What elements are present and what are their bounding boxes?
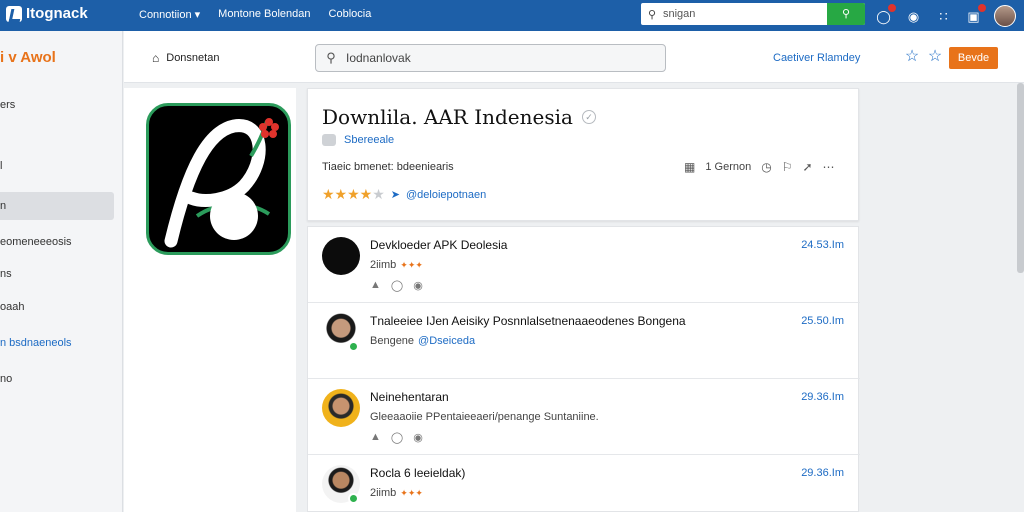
comment-meta-text: Gleeaaoiie PPentaieeaeri/penange Suntani… bbox=[370, 411, 599, 423]
online-indicator bbox=[348, 493, 359, 504]
comment-list: Devkloeder APK Deolesia 2iimb ✦✦✦ ▲ ◯ ◉ … bbox=[307, 226, 860, 512]
star-outline-icon[interactable]: ☆ bbox=[903, 48, 921, 66]
list-item[interactable]: Tnaleeiee IJen Aeisiky Posnnlalsetnenaae… bbox=[308, 303, 860, 379]
grid-icon[interactable]: ∷ bbox=[934, 7, 953, 26]
share-icon[interactable]: ➤ bbox=[391, 188, 400, 201]
comment-meta: 2iimb ✦✦✦ bbox=[370, 259, 423, 271]
sidebar-item-1[interactable]: ers bbox=[0, 91, 123, 119]
developer-row: Sbereeale bbox=[322, 134, 394, 146]
comment-actions: ▲ ◯ ◉ bbox=[370, 431, 423, 444]
brand-name: Itognack bbox=[26, 5, 88, 22]
nav-link-coblocia[interactable]: Coblocia bbox=[329, 8, 372, 21]
sidebar-item-3-active[interactable]: n bbox=[0, 192, 114, 220]
comment-icon[interactable]: ◯ bbox=[391, 431, 403, 444]
flag-icon[interactable]: ⚐ bbox=[782, 160, 793, 174]
sidebar-item-6[interactable]: oaah bbox=[0, 293, 123, 321]
more-icon[interactable]: ⋯ bbox=[823, 160, 835, 174]
card-actions: ▦ 1 Gernon ◷ ⚐ ➚ ⋯ bbox=[684, 160, 835, 174]
app-icon-panel bbox=[124, 88, 296, 512]
sidebar-item-8[interactable]: no bbox=[0, 365, 123, 393]
search-icon: ⚲ bbox=[647, 8, 657, 21]
page-title: Downlila. AAR Indenesia bbox=[322, 105, 573, 129]
comment-actions: ▲ ◯ ◉ bbox=[370, 279, 423, 292]
comment-time: 29.36.Im bbox=[801, 391, 844, 403]
rating-row: ★★★★★ ➤ @deloiepotnaen bbox=[322, 186, 486, 203]
online-indicator bbox=[348, 341, 359, 352]
rating-stars: ★★★★★ bbox=[322, 186, 385, 202]
reply-icon[interactable]: ◉ bbox=[413, 431, 423, 444]
like-icon[interactable]: ▲ bbox=[370, 431, 381, 444]
comment-author[interactable]: Neinehentaran bbox=[370, 390, 449, 404]
comment-time: 25.50.Im bbox=[801, 315, 844, 327]
developer-link[interactable]: Sbereeale bbox=[344, 134, 394, 146]
lock-icon bbox=[322, 134, 336, 146]
top-nav-links: Connotiion ▾ Montone Bolendan Coblocia bbox=[139, 8, 371, 21]
comment-icon[interactable]: ◯ bbox=[391, 279, 403, 292]
list-item[interactable]: Rocla 6 leeieldak) 2iimb ✦✦✦ 29.36.Im bbox=[308, 455, 860, 512]
comment-meta: Bengene @Dseiceda bbox=[370, 335, 475, 347]
comment-author[interactable]: Tnaleeiee IJen Aeisiky Posnnlalsetnenaae… bbox=[370, 314, 686, 328]
compass-icon[interactable]: ◉ bbox=[904, 7, 923, 26]
clock-icon[interactable]: ◷ bbox=[761, 160, 771, 174]
comment-author[interactable]: Rocla 6 leeieldak) bbox=[370, 466, 465, 480]
sidebar-item-7-link[interactable]: n bsdnaeneols bbox=[0, 329, 123, 357]
sidebar-item-2[interactable]: l bbox=[0, 152, 123, 180]
verified-icon: ✓ bbox=[582, 110, 596, 124]
left-sidebar: i v Awol ers l n eomeneeeosis ns oaah n … bbox=[0, 31, 123, 512]
top-navbar: Itognack Connotiion ▾ Montone Bolendan C… bbox=[0, 0, 1024, 31]
bell-icon[interactable]: ◯ bbox=[874, 3, 896, 26]
main-search-input[interactable] bbox=[346, 51, 646, 65]
notifications-badge bbox=[978, 3, 986, 12]
top-search-input[interactable] bbox=[663, 3, 826, 25]
star-outline-icon[interactable]: ☆ bbox=[926, 48, 944, 66]
comment-meta-text: 2iimb bbox=[370, 259, 397, 271]
share-arrow-icon[interactable]: ➚ bbox=[802, 160, 812, 174]
top-search-button[interactable]: ⚲ bbox=[827, 3, 865, 25]
app-logo-icon bbox=[146, 103, 291, 255]
logo-icon bbox=[6, 5, 22, 22]
list-item[interactable]: Devkloeder APK Deolesia 2iimb ✦✦✦ ▲ ◯ ◉ … bbox=[308, 227, 860, 303]
comment-time: 29.36.Im bbox=[801, 467, 844, 479]
list-item[interactable]: Neinehentaran Gleeaaoiie PPentaieeaeri/p… bbox=[308, 379, 860, 455]
comment-handle[interactable]: @Dseiceda bbox=[418, 335, 475, 347]
app-header-card: Downlila. AAR Indenesia ✓ Sbereeale Tiae… bbox=[307, 88, 859, 221]
rating-handle[interactable]: @deloiepotnaen bbox=[406, 189, 486, 201]
main-search: ⚲ bbox=[315, 44, 666, 72]
home-icon: ⌂ bbox=[152, 51, 160, 65]
comment-time: 24.53.Im bbox=[801, 239, 844, 251]
page-scrollbar[interactable] bbox=[1017, 83, 1024, 273]
sidebar-item-4[interactable]: eomeneeeosis bbox=[0, 228, 123, 256]
primary-action-button[interactable]: Bevde bbox=[949, 47, 998, 69]
top-search: ⚲ ⚲ bbox=[641, 3, 865, 25]
category-link[interactable]: Caetiver Rlamdey bbox=[773, 52, 860, 64]
sidebar-brand: i v Awol bbox=[0, 49, 56, 66]
like-icon[interactable]: ▲ bbox=[370, 279, 381, 292]
avatar bbox=[322, 237, 360, 275]
sub-header: ⌂ Donsnetan ⚲ Caetiver Rlamdey ☆ ☆ Bevde bbox=[124, 31, 1024, 83]
comment-meta-text: Bengene bbox=[370, 335, 415, 347]
notifications-icon[interactable]: ▣ bbox=[964, 3, 986, 26]
top-icon-group: ◯ ◉ ∷ ▣ bbox=[874, 3, 1016, 27]
bell-badge bbox=[888, 3, 896, 12]
follower-count[interactable]: 1 Gernon bbox=[705, 161, 751, 173]
comment-meta: 2iimb ✦✦✦ bbox=[370, 487, 423, 499]
brand-logo[interactable]: Itognack bbox=[6, 5, 88, 22]
people-icon: ▦ bbox=[684, 160, 696, 174]
comment-tag: ✦✦✦ bbox=[400, 259, 423, 270]
user-avatar[interactable] bbox=[994, 5, 1016, 27]
sidebar-item-5[interactable]: ns bbox=[0, 260, 123, 288]
reply-icon[interactable]: ◉ bbox=[413, 279, 423, 292]
comment-author[interactable]: Devkloeder APK Deolesia bbox=[370, 238, 507, 252]
comment-meta-text: 2iimb bbox=[370, 487, 397, 499]
comment-tag: ✦✦✦ bbox=[400, 487, 423, 498]
nav-link-connotiion[interactable]: Connotiion ▾ bbox=[139, 8, 200, 21]
app-subtitle: Tiaeic bmenet: bdeeniearis bbox=[322, 161, 454, 173]
search-icon: ⚲ bbox=[326, 50, 336, 65]
nav-link-montone[interactable]: Montone Bolendan bbox=[218, 8, 310, 21]
avatar bbox=[322, 389, 360, 427]
home-link[interactable]: ⌂ Donsnetan bbox=[152, 51, 219, 65]
comment-meta: Gleeaaoiie PPentaieeaeri/penange Suntani… bbox=[370, 411, 599, 423]
home-label: Donsnetan bbox=[166, 52, 220, 64]
